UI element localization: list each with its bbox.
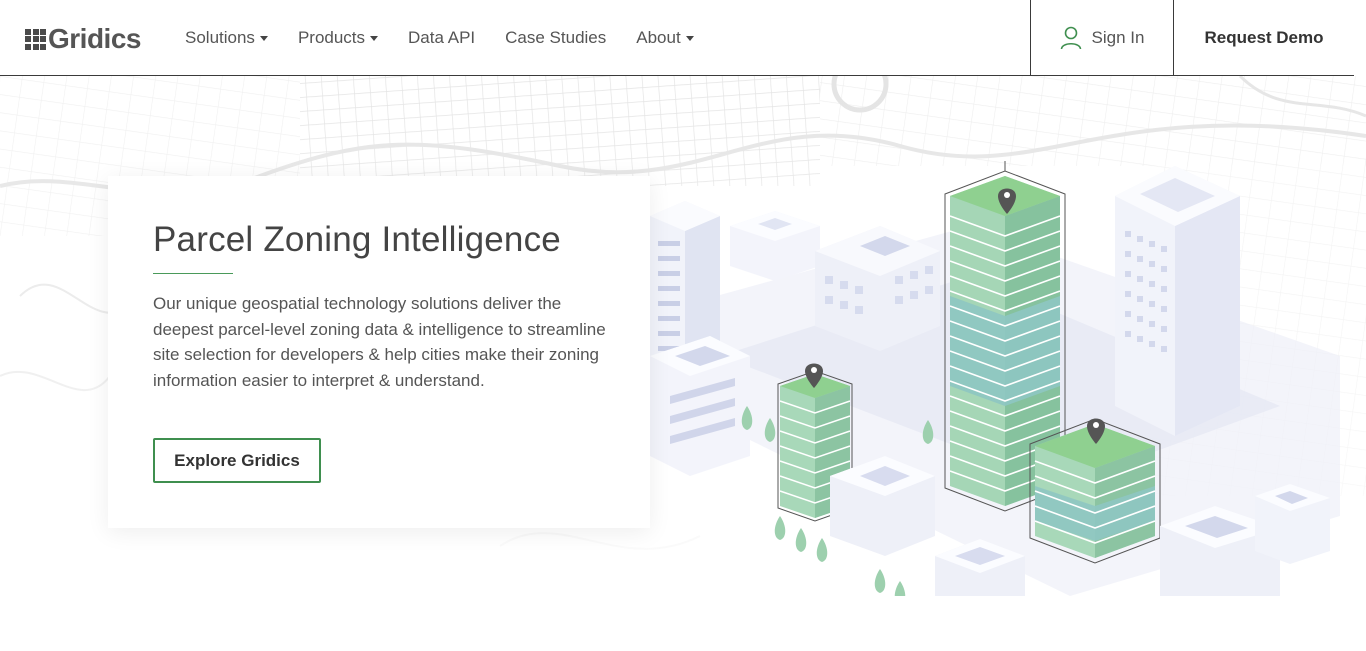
nav-label: Data API: [408, 28, 476, 47]
user-icon: [1060, 26, 1081, 49]
nav-item-case-studies[interactable]: Case Studies: [505, 28, 606, 48]
brand-name: Gridics: [48, 23, 141, 54]
caret-down-icon: [685, 35, 694, 41]
sign-in-button[interactable]: Sign In: [1030, 0, 1174, 75]
nav-item-data-api[interactable]: Data API: [408, 28, 475, 48]
nav-label: Solutions: [185, 28, 255, 47]
nav-label: Case Studies: [505, 28, 607, 47]
site-header: Gridics Solutions Products Data API Case…: [0, 0, 1354, 76]
grid-logo-icon: [25, 28, 46, 50]
nav-item-about[interactable]: About: [636, 28, 694, 48]
explore-gridics-button[interactable]: Explore Gridics: [153, 438, 321, 483]
brand-logo[interactable]: Gridics: [25, 25, 141, 53]
hero-card: Parcel Zoning Intelligence Our unique ge…: [108, 176, 650, 528]
nav-label: Products: [297, 28, 366, 47]
sign-in-label: Sign In: [1091, 27, 1145, 47]
hero-section: Parcel Zoning Intelligence Our unique ge…: [0, 76, 1366, 651]
hero-title: Parcel Zoning Intelligence: [153, 220, 561, 259]
hero-description: Our unique geospatial technology solutio…: [153, 294, 606, 391]
request-demo-label: Request Demo: [1204, 27, 1324, 47]
caret-down-icon: [259, 35, 268, 41]
isometric-city-illustration: [650, 161, 1340, 596]
nav-item-products[interactable]: Products: [297, 28, 379, 48]
request-demo-button[interactable]: Request Demo: [1174, 0, 1354, 75]
nav-label: About: [636, 28, 681, 47]
title-divider: [153, 273, 233, 274]
caret-down-icon: [370, 35, 379, 41]
nav-item-solutions[interactable]: Solutions: [185, 28, 268, 48]
main-nav: Solutions Products Data API Case Studies…: [185, 28, 724, 48]
